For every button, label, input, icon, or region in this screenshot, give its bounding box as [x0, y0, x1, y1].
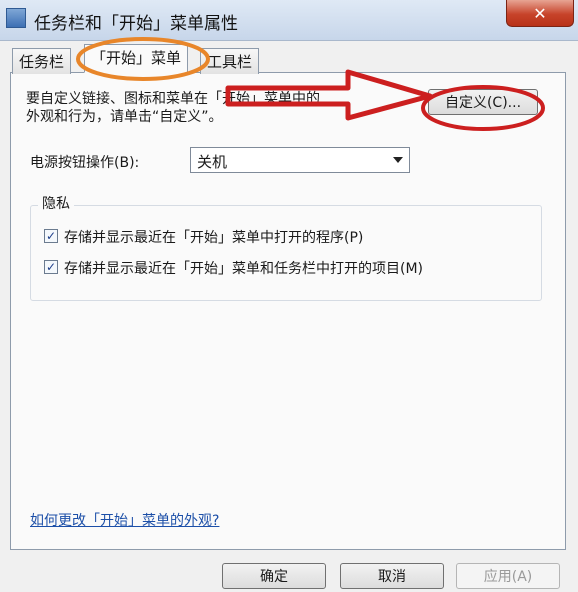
- privacy-group: [30, 205, 542, 301]
- recent-items-label: 存储并显示最近在「开始」菜单和任务栏中打开的项目(M): [64, 261, 424, 277]
- app-icon: [6, 8, 26, 28]
- tab-toolbars[interactable]: 工具栏: [200, 48, 260, 74]
- recent-items-checkbox[interactable]: ✓: [44, 260, 58, 274]
- close-icon: ✕: [533, 3, 547, 23]
- power-button-label: 电源按钮操作(B):: [30, 155, 140, 171]
- start-menu-appearance-help-link[interactable]: 如何更改「开始」菜单的外观?: [30, 510, 219, 530]
- window-title: 任务栏和「开始」菜单属性: [34, 14, 238, 34]
- checkmark-icon: ✓: [45, 229, 57, 243]
- cancel-button[interactable]: 取消: [340, 563, 444, 589]
- tab-panel: [10, 72, 566, 550]
- power-action-select[interactable]: 关机: [190, 147, 410, 173]
- customize-description: 要自定义链接、图标和菜单在「开始」菜单中的 外观和行为，请单击“自定义”。: [26, 91, 320, 125]
- ok-button[interactable]: 确定: [222, 563, 326, 589]
- tab-taskbar[interactable]: 任务栏: [12, 48, 72, 74]
- close-button[interactable]: ✕: [506, 0, 574, 27]
- checkmark-icon: ✓: [45, 260, 57, 274]
- recent-programs-checkbox[interactable]: ✓: [44, 229, 58, 243]
- privacy-group-title: 隐私: [38, 193, 74, 213]
- power-action-value: 关机: [197, 153, 228, 171]
- apply-button[interactable]: 应用(A): [456, 563, 560, 589]
- customize-button[interactable]: 自定义(C)...: [428, 89, 538, 115]
- recent-programs-label: 存储并显示最近在「开始」菜单中打开的程序(P): [64, 230, 364, 246]
- chevron-down-icon: [393, 157, 403, 163]
- tab-start-menu[interactable]: 「开始」菜单: [84, 44, 189, 73]
